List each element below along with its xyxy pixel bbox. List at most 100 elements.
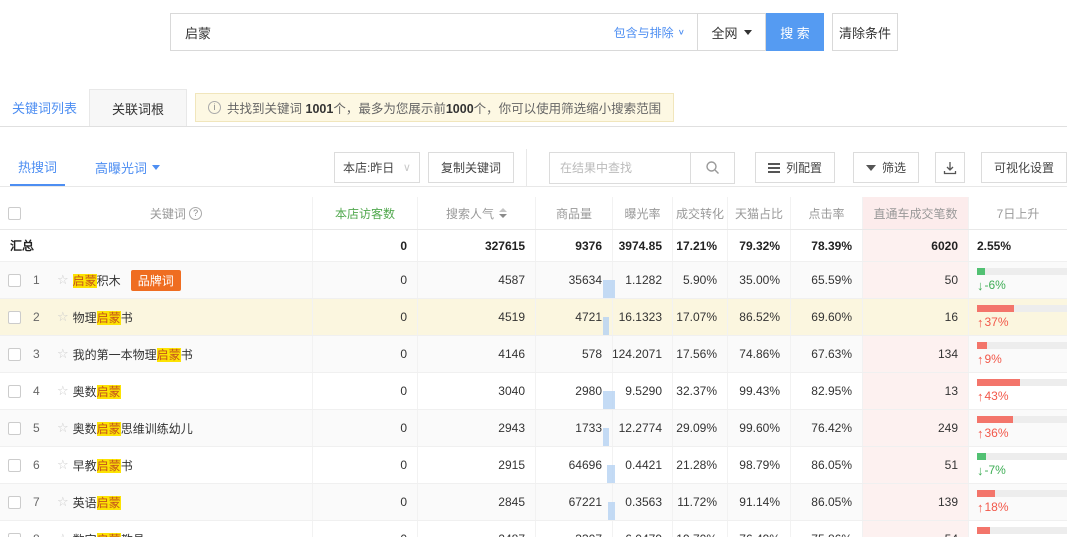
download-button[interactable] [935, 152, 965, 183]
clear-conditions-button[interactable]: 清除条件 [832, 13, 898, 51]
header-item-count[interactable]: 商品量 [535, 197, 612, 229]
column-config-button[interactable]: 列配置 [755, 152, 835, 183]
row-checkbox[interactable] [8, 422, 21, 435]
rise-percent-text: 37% [985, 315, 1009, 329]
cell-conversion: 17.56% [672, 336, 727, 372]
rise-percent-text: 18% [985, 500, 1009, 514]
include-exclude-link[interactable]: 包含与排除 ∨ [614, 24, 685, 41]
tab-related-roots[interactable]: 关联词根 [89, 89, 187, 126]
favorite-star-icon[interactable]: ☆ [57, 420, 69, 436]
keyword-link[interactable]: 数字启蒙教具 [73, 531, 145, 537]
row-rank: 3 [33, 347, 40, 361]
keyword-search-box: 包含与排除 ∨ [170, 13, 698, 51]
cell-search-pop: 2487 [417, 521, 535, 537]
exposure-data-bar [603, 280, 615, 298]
rise-bar-fill [977, 416, 1013, 423]
cell-ztc: 134 [862, 336, 968, 372]
keyword-link[interactable]: 英语启蒙 [73, 494, 121, 511]
cell-exposure: 9.5290 [612, 373, 672, 409]
favorite-star-icon[interactable]: ☆ [57, 457, 69, 473]
row-checkbox[interactable] [8, 533, 21, 537]
keyword-link[interactable]: 奥数启蒙思维训练幼儿 [73, 420, 193, 437]
select-all-checkbox[interactable] [8, 207, 21, 220]
favorite-star-icon[interactable]: ☆ [57, 383, 69, 399]
find-in-results-input[interactable] [550, 153, 690, 183]
sort-arrows-icon[interactable] [499, 208, 507, 218]
cell-tmall: 98.79% [727, 447, 790, 483]
row-checkbox[interactable] [8, 311, 21, 324]
magnifier-icon[interactable] [690, 153, 734, 183]
keyword-search-input[interactable] [183, 24, 614, 41]
row-checkbox[interactable] [8, 385, 21, 398]
cell-search-pop: 2845 [417, 484, 535, 520]
cell-rank: 2 [0, 299, 40, 335]
header-shop-visitors[interactable]: 本店访客数 [312, 197, 417, 229]
keyword-text: 奥数 [73, 422, 97, 436]
cell-7day-rise: ↑18% [968, 484, 1067, 520]
exposure-data-bar [608, 502, 615, 520]
visualization-settings-button[interactable]: 可视化设置 [981, 152, 1067, 183]
header-keyword[interactable]: 关键词 ? [40, 197, 312, 229]
header-click-rate[interactable]: 点击率 [790, 197, 862, 229]
cell-7day-rise: ↑13% [968, 521, 1067, 537]
favorite-star-icon[interactable]: ☆ [57, 531, 69, 537]
row-rank: 4 [33, 384, 40, 398]
keyword-link[interactable]: 物理启蒙书 [73, 309, 133, 326]
header-exposure-rate[interactable]: 曝光率 [612, 197, 672, 229]
cell-tmall: 91.14% [727, 484, 790, 520]
keyword-link[interactable]: 我的第一本物理启蒙书 [73, 346, 193, 363]
arrow-up-icon: ↑ [977, 500, 984, 515]
cell-visitors: 0 [312, 299, 417, 335]
row-checkbox[interactable] [8, 348, 21, 361]
cell-items: 35634 [535, 262, 612, 298]
scope-dropdown[interactable]: 全网 [698, 13, 766, 51]
copy-keywords-button[interactable]: 复制关键词 [428, 152, 514, 183]
header-tmall-share[interactable]: 天猫占比 [727, 197, 790, 229]
cell-exposure: 12.2774 [612, 410, 672, 446]
keyword-link[interactable]: 早教启蒙书 [73, 457, 133, 474]
favorite-star-icon[interactable]: ☆ [57, 494, 69, 510]
row-checkbox[interactable] [8, 274, 21, 287]
cell-items: 4721 [535, 299, 612, 335]
row-checkbox[interactable] [8, 459, 21, 472]
keyword-link[interactable]: 奥数启蒙 [73, 383, 121, 400]
arrow-up-icon: ↑ [977, 352, 984, 367]
search-button[interactable]: 搜 索 [766, 13, 824, 51]
shop-date-label: 本店:昨日 [343, 159, 394, 176]
exposure-value: 0.4421 [625, 458, 662, 472]
favorite-star-icon[interactable]: ☆ [57, 272, 69, 288]
row-checkbox[interactable] [8, 496, 21, 509]
funnel-icon [866, 165, 876, 171]
cell-rank: 6 [0, 447, 40, 483]
header-search-popularity[interactable]: 搜索人气 [417, 197, 535, 229]
keyword-text: 教具 [121, 533, 145, 537]
favorite-star-icon[interactable]: ☆ [57, 346, 69, 362]
rise-percent: ↑36% [977, 426, 1009, 441]
high-exposure-dropdown[interactable]: 高曝光词 [95, 158, 160, 177]
info-text: 共找到关键词 1001个，最多为您展示前1000个，你可以使用筛选缩小搜索范围 [227, 98, 661, 117]
header-7day-rise[interactable]: 7日上升 [968, 197, 1067, 229]
filter-button[interactable]: 筛选 [853, 152, 919, 183]
keyword-highlight: 启蒙 [97, 385, 121, 399]
tab-keyword-list[interactable]: 关键词列表 [0, 89, 89, 126]
cell-conversion: 5.90% [672, 262, 727, 298]
cell-visitors: 0 [312, 262, 417, 298]
row-rank: 5 [33, 421, 40, 435]
header-ztc-orders[interactable]: 直通车成交笔数 [862, 197, 968, 229]
rise-bar-track [977, 342, 1067, 349]
table-row: 7☆英语启蒙02845672210.356311.72%91.14%86.05%… [0, 484, 1067, 521]
cell-ctr: 69.60% [790, 299, 862, 335]
favorite-star-icon[interactable]: ☆ [57, 309, 69, 325]
question-circle-icon[interactable]: ? [189, 207, 202, 220]
keyword-highlight: 启蒙 [73, 274, 97, 288]
cell-conversion: 11.72% [672, 484, 727, 520]
shop-date-select[interactable]: 本店:昨日 ∨ [334, 152, 420, 183]
table-toolbar: 热搜词 高曝光词 本店:昨日 ∨ 复制关键词 列配置 [0, 149, 1067, 187]
cell-visitors: 0 [312, 336, 417, 372]
tab-hot-search-words[interactable]: 热搜词 [10, 149, 65, 186]
exposure-data-bar [603, 428, 609, 446]
header-conversion[interactable]: 成交转化 [672, 197, 727, 229]
vertical-divider [526, 149, 527, 186]
keyword-link[interactable]: 启蒙积木 [73, 272, 121, 289]
cell-rank: 1 [0, 262, 40, 298]
